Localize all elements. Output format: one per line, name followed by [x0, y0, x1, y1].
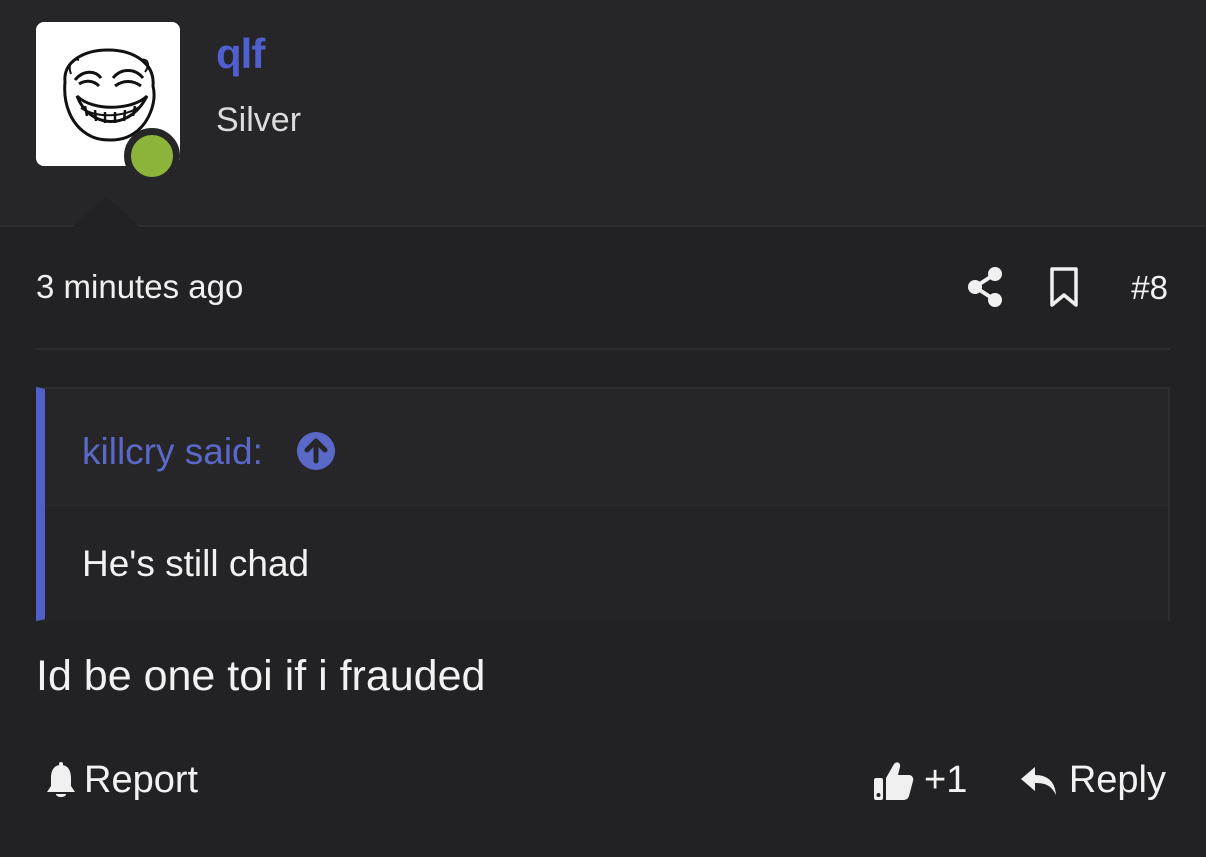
share-icon[interactable] — [966, 266, 1004, 308]
post-meta: 3 minutes ago #8 — [36, 262, 1170, 314]
reply-label: Reply — [1068, 759, 1166, 801]
meta-divider — [36, 348, 1170, 350]
post-actions: Report +1 Reply — [36, 755, 1170, 811]
quote-content: He's still chad — [45, 505, 1168, 621]
thumbs-up-icon — [874, 761, 914, 800]
report-button[interactable]: Report — [44, 759, 198, 802]
like-button[interactable]: +1 — [872, 759, 967, 802]
bell-icon — [47, 761, 75, 797]
quote-block: killcry said: He's still chad — [36, 387, 1170, 621]
quote-author-link[interactable]: killcry said: — [82, 431, 263, 473]
online-status-indicator — [124, 128, 180, 184]
jump-to-quote-icon[interactable] — [296, 431, 336, 471]
like-count: +1 — [924, 759, 968, 801]
post-number-link[interactable]: #8 — [1131, 269, 1168, 307]
reply-arrow-icon — [1020, 766, 1056, 795]
user-rank: Silver — [216, 101, 302, 139]
report-label: Report — [84, 759, 199, 801]
quote-text: He's still chad — [82, 543, 310, 584]
quote-header: killcry said: — [45, 389, 1168, 505]
post-body: Id be one toi if i frauded — [36, 652, 486, 700]
avatar-container[interactable] — [36, 22, 180, 184]
header-pointer-arrow — [72, 196, 140, 228]
post-timestamp[interactable]: 3 minutes ago — [36, 268, 243, 306]
reply-button[interactable]: Reply — [1019, 759, 1166, 802]
bookmark-icon[interactable] — [1048, 266, 1080, 308]
username[interactable]: qlf — [216, 30, 265, 78]
user-header: qlf Silver — [0, 0, 1206, 228]
